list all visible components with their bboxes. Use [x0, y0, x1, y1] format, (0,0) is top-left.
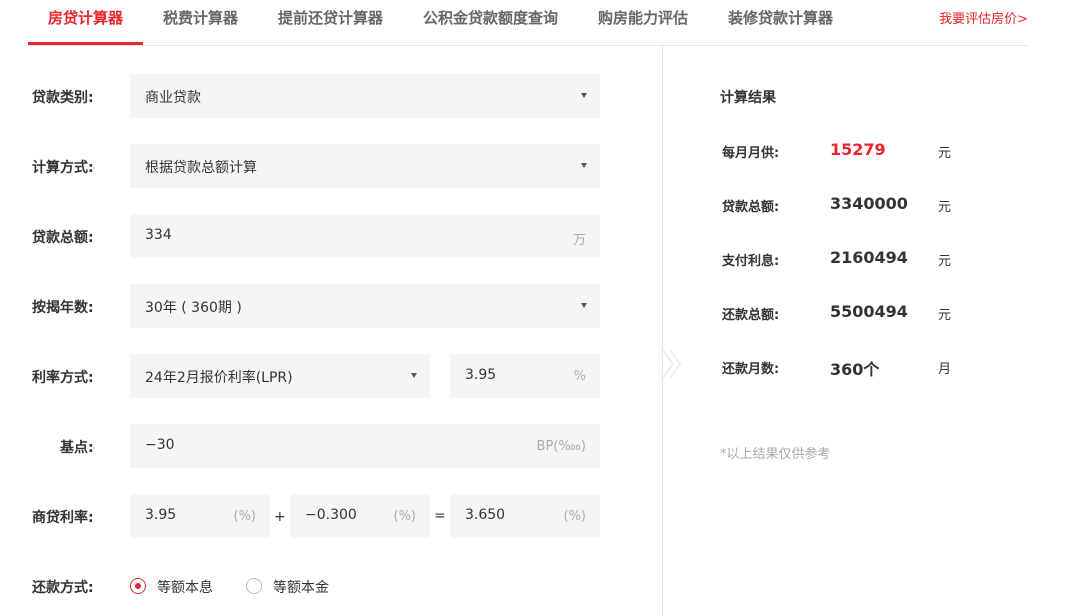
final-rate-field: 3.650 (%): [450, 494, 600, 538]
rate-adjust-value: −0.300: [305, 507, 357, 523]
final-rate-value: 3.650: [465, 507, 506, 523]
total-repay-label: 还款总额:: [722, 308, 780, 323]
total-loan-label: 贷款总额:: [722, 200, 780, 215]
double-chevron-right-icon: [662, 349, 682, 379]
basis-point-value: −30: [145, 437, 175, 453]
base-rate-unit: (%): [233, 509, 257, 524]
rate-adjust-field: −0.300 (%): [290, 494, 430, 538]
base-rate-value: 3.95: [145, 507, 177, 523]
years-select[interactable]: 30年 ( 360期 ): [130, 284, 600, 328]
repay-method-label: 还款方式:: [32, 580, 94, 596]
years-value: 30年 ( 360期 ): [145, 300, 242, 316]
total-loan-value: 3340000: [830, 194, 908, 213]
tab-bar: 房贷计算器 税费计算器 提前还贷计算器 公积金贷款额度查询 购房能力评估 装修贷…: [28, 0, 1028, 46]
loan-amount-unit: 万: [572, 233, 586, 248]
chevron-down-icon: [581, 93, 587, 98]
basis-point-label: 基点:: [60, 440, 94, 456]
rate-adjust-unit: (%): [393, 509, 417, 524]
total-repay-value: 5500494: [830, 302, 908, 321]
years-label: 按揭年数:: [32, 300, 94, 316]
equal-principal-label[interactable]: 等额本金: [273, 577, 329, 597]
loan-type-label: 贷款类别:: [32, 90, 94, 106]
tab-provident-fund-query[interactable]: 公积金贷款额度查询: [423, 7, 558, 28]
lpr-rate-input[interactable]: 3.95 %: [450, 354, 600, 398]
chevron-down-icon: [581, 303, 587, 308]
interest-unit: 元: [938, 254, 952, 269]
equal-principal-radio[interactable]: [246, 578, 262, 594]
chevron-down-icon: [581, 163, 587, 168]
tab-mortgage-calculator[interactable]: 房贷计算器: [48, 7, 123, 28]
disclaimer-note: *以上结果仅供参考: [720, 447, 831, 462]
rate-method-value: 24年2月报价利率(LPR): [145, 370, 293, 386]
equals-sign: =: [434, 508, 446, 524]
results-title: 计算结果: [720, 90, 776, 106]
loan-amount-label: 贷款总额:: [32, 230, 94, 246]
base-rate-field: 3.95 (%): [130, 494, 270, 538]
interest-label: 支付利息:: [722, 254, 780, 269]
months-value: 360个: [830, 360, 880, 379]
tab-prepayment-calculator[interactable]: 提前还贷计算器: [278, 7, 383, 28]
loan-type-select[interactable]: 商业贷款: [130, 74, 600, 118]
calc-method-value: 根据贷款总额计算: [145, 160, 257, 176]
months-unit: 月: [938, 362, 952, 377]
plus-sign: +: [274, 509, 286, 525]
tab-tax-calculator[interactable]: 税费计算器: [163, 7, 238, 28]
monthly-payment-value: 15279: [830, 140, 886, 159]
calc-method-select[interactable]: 根据贷款总额计算: [130, 144, 600, 188]
commercial-rate-label: 商贷利率:: [32, 510, 94, 526]
total-loan-unit: 元: [938, 200, 952, 215]
lpr-rate-unit: %: [573, 369, 586, 384]
lpr-rate-value: 3.95: [465, 367, 497, 383]
loan-amount-input[interactable]: 334 万: [130, 214, 600, 258]
tab-purchase-ability[interactable]: 购房能力评估: [598, 7, 688, 28]
basis-point-input[interactable]: −30 BP(‱): [130, 424, 600, 468]
calc-method-label: 计算方式:: [32, 160, 94, 176]
monthly-payment-unit: 元: [938, 146, 952, 161]
rate-method-select[interactable]: 24年2月报价利率(LPR): [130, 354, 430, 398]
evaluate-price-link[interactable]: 我要评估房价>: [939, 8, 1028, 27]
tab-renovation-loan[interactable]: 装修贷款计算器: [728, 7, 833, 28]
interest-value: 2160494: [830, 248, 908, 267]
monthly-payment-label: 每月月供:: [722, 146, 780, 161]
basis-point-unit: BP(‱): [536, 439, 586, 454]
panel-divider: [662, 46, 663, 616]
total-repay-unit: 元: [938, 308, 952, 323]
final-rate-unit: (%): [563, 509, 587, 524]
equal-installment-radio[interactable]: [130, 578, 146, 594]
rate-method-label: 利率方式:: [32, 370, 94, 386]
equal-installment-label[interactable]: 等额本息: [157, 577, 213, 597]
loan-amount-value: 334: [145, 227, 172, 243]
loan-type-value: 商业贷款: [145, 90, 201, 106]
active-tab-indicator: [28, 42, 143, 45]
chevron-down-icon: [411, 373, 417, 378]
months-label: 还款月数:: [722, 362, 780, 377]
